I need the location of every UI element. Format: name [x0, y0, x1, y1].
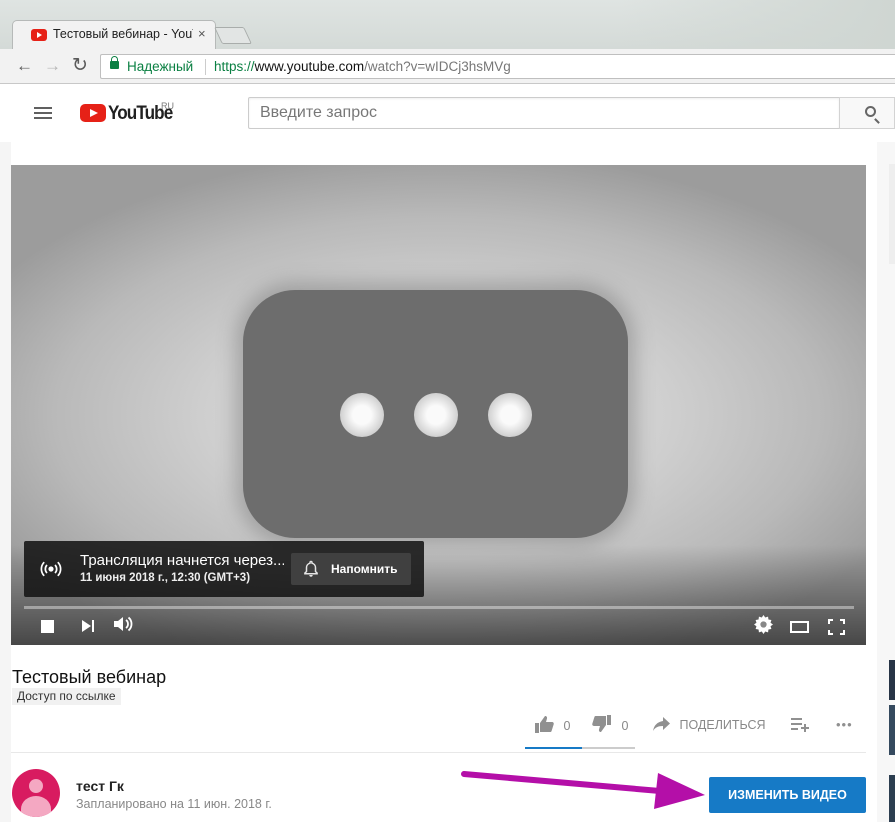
tab-strip: Тестовый вебинар - YouTube ×: [0, 0, 895, 49]
add-to-playlist-icon[interactable]: [791, 718, 809, 735]
loading-dot-icon: [340, 393, 384, 437]
back-arrow-icon[interactable]: ←: [16, 56, 33, 76]
annotation-arrow-icon: [461, 771, 705, 809]
secure-label: Надежный: [127, 59, 194, 74]
live-start-date: 11 июня 2018 г., 12:30 (GMT+3): [80, 572, 251, 584]
more-options-icon[interactable]: •••: [836, 717, 853, 732]
share-button[interactable]: ПОДЕЛИТЬСЯ: [653, 717, 766, 732]
search-button[interactable]: [839, 97, 895, 129]
stop-icon[interactable]: [41, 620, 54, 633]
browser-tab[interactable]: Тестовый вебинар - YouTube ×: [12, 20, 216, 49]
search-box[interactable]: [248, 97, 840, 129]
youtube-favicon-icon: [31, 29, 47, 41]
share-label: ПОДЕЛИТЬСЯ: [679, 718, 766, 732]
tab-title: Тестовый вебинар - YouTube: [53, 27, 193, 41]
remind-me-button[interactable]: Напомнить: [291, 553, 411, 585]
like-button[interactable]: 0: [534, 715, 570, 733]
user-icon: [29, 779, 43, 793]
search-icon: [865, 106, 876, 117]
dislike-count: 0: [621, 719, 629, 733]
lock-icon: [110, 56, 119, 69]
privacy-badge: Доступ по ссылке: [12, 688, 121, 705]
search-input[interactable]: [249, 98, 839, 128]
reload-icon[interactable]: ↻: [72, 56, 88, 76]
sentiment-bar: [525, 747, 635, 749]
volume-icon[interactable]: [113, 615, 133, 638]
youtube-play-logo-icon: [80, 104, 106, 122]
live-countdown-banner: Трансляция начнется через... 11 июня 201…: [24, 541, 424, 597]
live-broadcast-icon: [40, 558, 62, 580]
forward-arrow-icon[interactable]: →: [44, 56, 61, 76]
edit-video-button[interactable]: ИЗМЕНИТЬ ВИДЕО: [709, 777, 866, 813]
live-start-title: Трансляция начнется через...: [80, 552, 284, 569]
recommendation-thumbnail[interactable]: [889, 775, 895, 822]
like-count: 0: [563, 719, 571, 733]
dislike-button[interactable]: 0: [592, 715, 628, 733]
bell-icon: [303, 560, 319, 581]
url-text[interactable]: https://www.youtube.com/watch?v=wIDCj3hs…: [214, 59, 511, 74]
menu-hamburger-icon[interactable]: [34, 107, 52, 119]
youtube-masthead: YouTube RU: [0, 85, 895, 142]
channel-avatar[interactable]: [12, 769, 60, 817]
loading-dot-icon: [488, 393, 532, 437]
youtube-page: YouTube RU Введите запрос Трансляция нач…: [0, 85, 895, 822]
browser-window: Тестовый вебинар - YouTube × ← → ↻ Надеж…: [0, 0, 895, 822]
tab-close-icon[interactable]: ×: [198, 26, 206, 41]
video-title: Тестовый вебинар: [12, 667, 167, 687]
settings-gear-icon[interactable]: [754, 615, 773, 640]
fullscreen-icon[interactable]: [828, 619, 845, 635]
channel-name[interactable]: тест Гк: [76, 778, 124, 794]
video-player[interactable]: Трансляция начнется через... 11 июня 201…: [11, 165, 866, 645]
loading-dot-icon: [414, 393, 458, 437]
scheduled-date: Запланировано на 11 июн. 2018 г.: [76, 797, 272, 811]
recommendation-thumbnail[interactable]: [889, 705, 895, 755]
youtube-placeholder-logo: [243, 290, 628, 538]
browser-toolbar: ← → ↻ Надежный https://www.youtube.com/w…: [0, 49, 895, 84]
next-icon[interactable]: [82, 620, 91, 632]
address-bar[interactable]: Надежный https://www.youtube.com/watch?v…: [100, 54, 895, 79]
theater-mode-icon[interactable]: [790, 621, 809, 633]
recommendation-thumbnail[interactable]: [889, 660, 895, 700]
progress-bar[interactable]: [24, 606, 854, 609]
new-tab-button[interactable]: [214, 27, 252, 44]
